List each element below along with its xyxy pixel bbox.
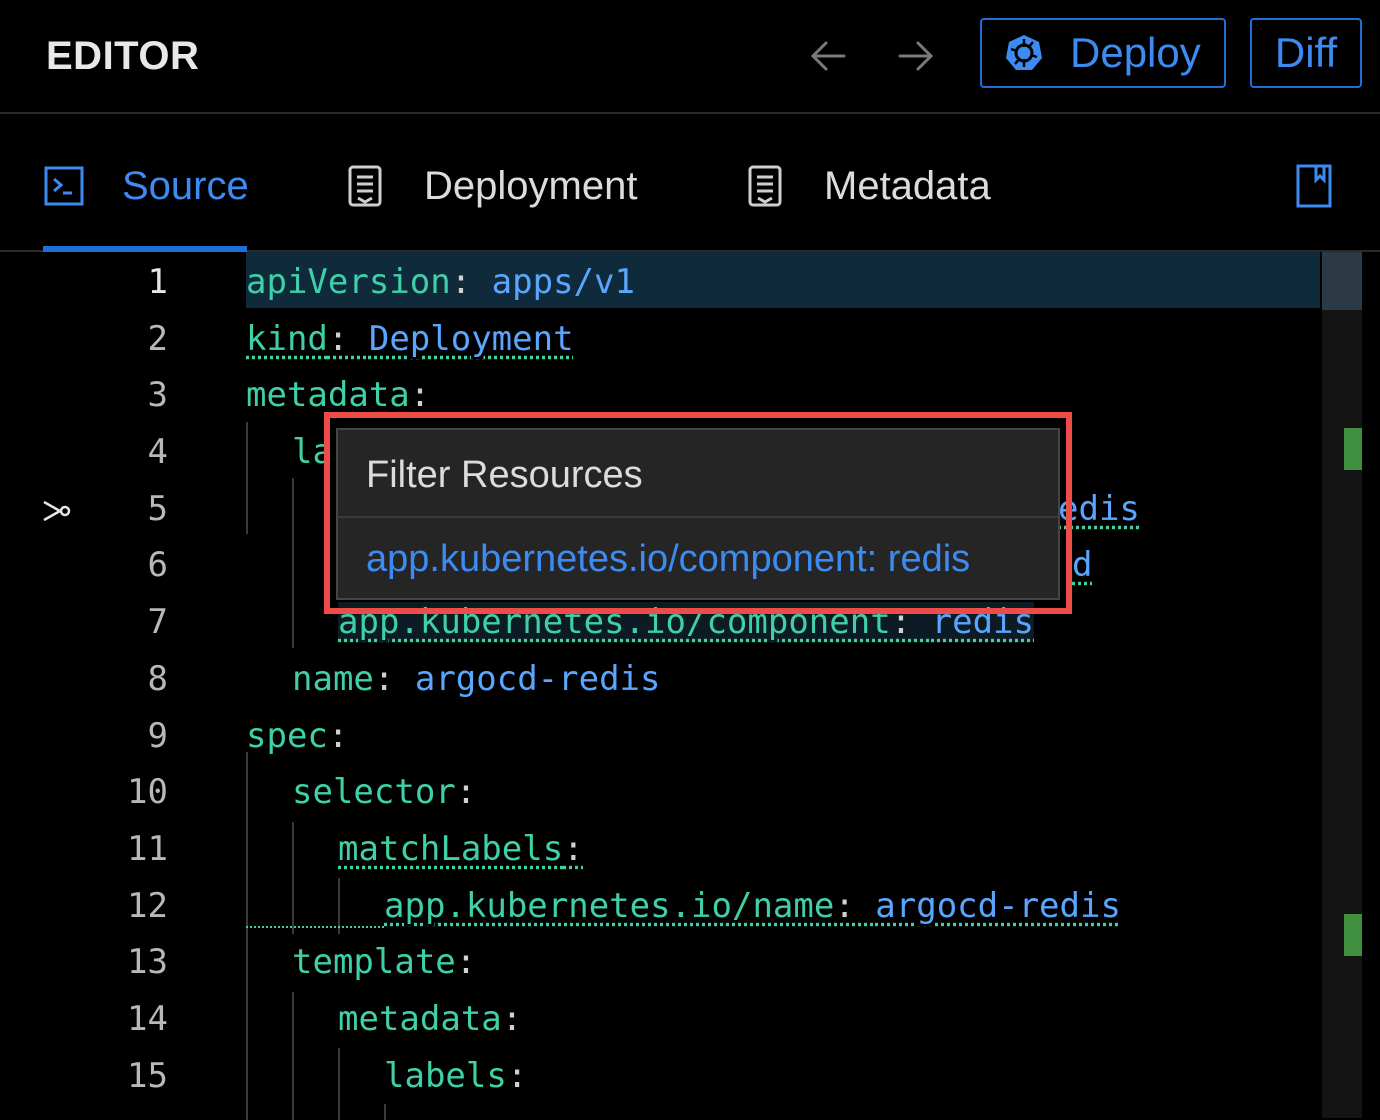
line-number: 15 [127,1056,168,1096]
terminal-icon [44,166,84,206]
indent-guide [384,1104,386,1120]
code-editor[interactable]: 1 apiVersion: apps/v1 2 kind: Deployment… [0,252,1380,1120]
code-text: labels: [384,1056,527,1096]
arrow-right-icon[interactable] [894,34,938,78]
code-text: template: [292,942,476,982]
code-text: name: argocd-redis [292,659,660,699]
arrow-left-icon[interactable] [806,34,850,78]
yaml-key: labels [384,1056,507,1096]
line-number: 6 [147,545,168,585]
tab-deployment-label: Deployment [424,163,638,208]
yaml-separator: : [455,942,477,982]
yaml-separator: : [327,319,369,359]
code-text: d [1072,545,1092,585]
tab-deployment[interactable]: Deployment [346,164,637,208]
panel-title: EDITOR [46,34,200,78]
code-line: 12 app.kubernetes.io/name: argocd-redis [0,878,1320,934]
yaml-separator: : [834,886,876,926]
scissors-icon[interactable] [42,498,72,524]
yaml-key: selector [292,772,456,812]
document-icon [348,165,382,207]
yaml-key: app.kubernetes.io/name [384,886,835,926]
yaml-value: apps/v1 [491,262,635,302]
deploy-label: Deploy [1070,29,1201,76]
filter-option-link[interactable]: app.kubernetes.io/component: redis [366,538,970,581]
yaml-separator: : [563,829,584,869]
line-number: 13 [127,942,168,982]
line-number: 11 [127,829,168,869]
code-text: app.kubernetes.io/name: argocd-redis [384,886,1121,926]
diff-label: Diff [1274,29,1338,76]
code-line: 9 spec: [0,708,1320,764]
code-text: metadata: [246,375,430,415]
yaml-key: apiVersion [246,262,451,302]
yaml-separator: : [501,999,523,1039]
code-line: 1 apiVersion: apps/v1 [0,254,1320,310]
tab-bar: Source Deployment Metadata [0,116,1380,252]
scrollbar-thumb[interactable] [1322,252,1362,310]
code-line: 13 template: [0,934,1320,990]
yaml-key: metadata [246,375,410,415]
line-number: 9 [147,716,168,756]
line-number: 14 [127,999,168,1039]
line-number: 2 [147,319,168,359]
code-line: 15 labels: [0,1048,1320,1104]
tab-metadata-label: Metadata [824,163,991,208]
code-line: 2 kind: Deployment [0,311,1320,367]
code-text: spec: [246,716,348,756]
code-line: 10 selector: [0,764,1320,820]
yaml-separator: : [373,659,415,699]
yaml-key: matchLabels [338,829,564,869]
yaml-key: spec [246,716,328,756]
line-number: 10 [127,772,168,812]
line-number: 7 [147,602,168,642]
bookmark-icon[interactable] [1296,164,1332,208]
yaml-separator: : [450,262,492,302]
tab-source[interactable]: Source [44,164,249,208]
line-number: 1 [147,262,168,302]
popup-divider [338,516,1058,518]
code-text: apiVersion: apps/v1 [246,262,635,302]
scrollbar-marker [1344,914,1362,956]
yaml-separator: : [506,1056,528,1096]
yaml-separator: : [455,772,477,812]
editor-header: EDITOR Deploy Diff [0,0,1380,114]
line-number: 5 [147,489,168,529]
diff-button[interactable]: Diff [1250,18,1362,88]
code-text: metadata: [338,999,522,1039]
scrollbar-marker [1344,428,1362,470]
yaml-value: d [1072,545,1093,585]
yaml-separator: : [327,716,349,756]
yaml-value: argocd-redis [414,659,661,699]
yaml-value: Deployment [368,319,574,359]
tab-metadata[interactable]: Metadata [746,164,991,208]
deploy-button[interactable]: Deploy [980,18,1226,88]
code-line: 8 name: argocd-redis [0,651,1320,707]
code-text: matchLabels: [338,829,584,869]
line-number: 3 [147,375,168,415]
document-icon [748,165,782,207]
tab-source-label: Source [122,163,249,208]
whitespace-underline [246,926,384,928]
yaml-separator: : [409,375,431,415]
code-line: 14 metadata: [0,991,1320,1047]
yaml-key: name [292,659,374,699]
vertical-scrollbar[interactable] [1322,252,1362,1118]
yaml-key: template [292,942,456,982]
yaml-value: argocd-redis [875,886,1121,926]
popup-title: Filter Resources [366,454,643,496]
kubernetes-icon [1006,35,1042,70]
line-number: 12 [127,886,168,926]
line-number: 8 [147,659,168,699]
yaml-key: metadata [338,999,502,1039]
yaml-key: kind [246,319,328,359]
code-text: selector: [292,772,476,812]
line-number: 4 [147,432,168,472]
code-text: kind: Deployment [246,319,574,359]
filter-resources-popup: Filter Resources app.kubernetes.io/compo… [336,428,1060,600]
code-line: 11 matchLabels: [0,821,1320,877]
